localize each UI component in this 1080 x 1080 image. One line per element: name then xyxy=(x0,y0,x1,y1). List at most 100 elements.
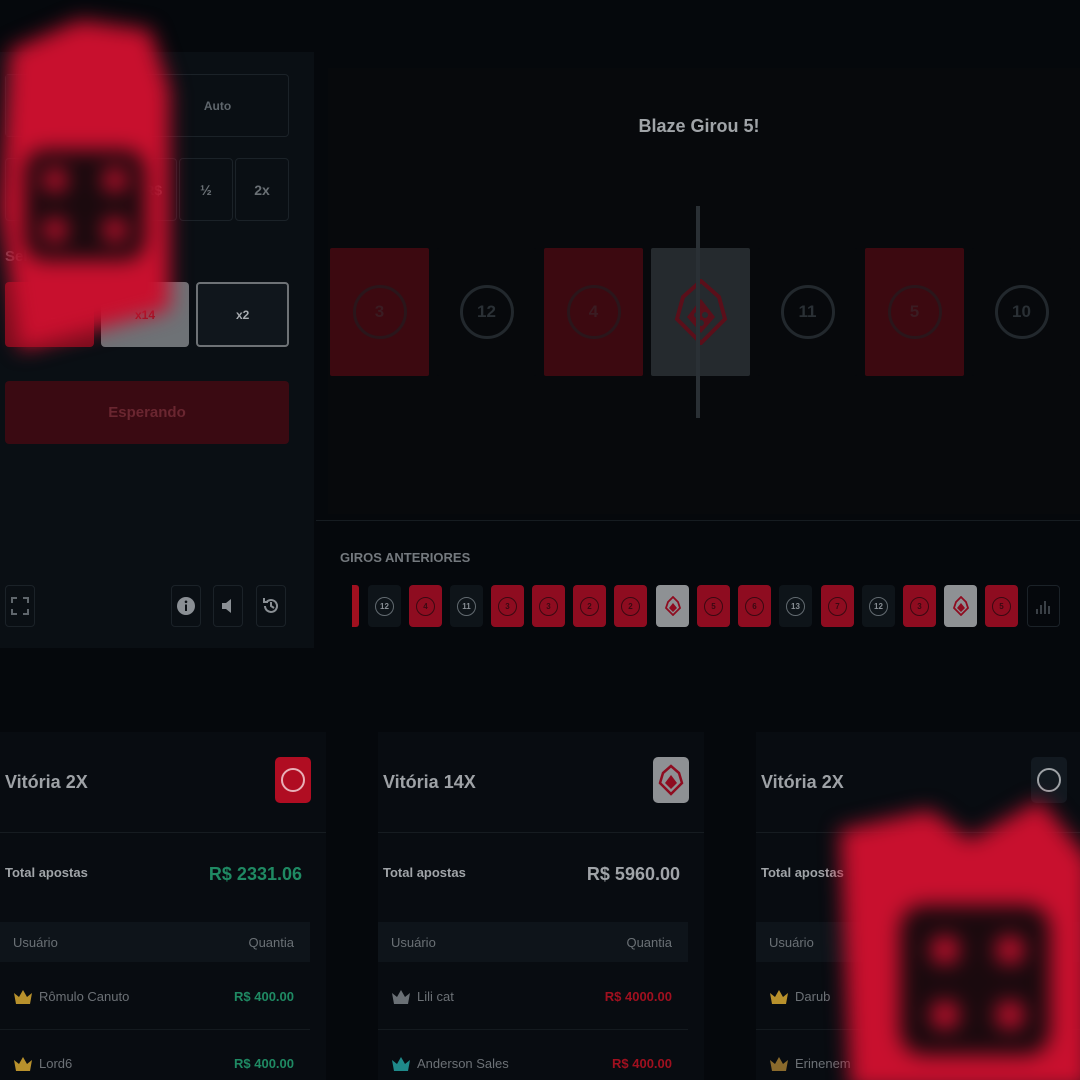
reel-tile: 12 xyxy=(437,248,536,376)
history-item: 5 xyxy=(985,585,1018,627)
mode-toggle: Normal Auto xyxy=(5,74,289,137)
history-item: 2 xyxy=(573,585,606,627)
column-amount: Quantia xyxy=(626,934,672,950)
roulette-area: Blaze Girou 5! 3 12 4 11 5 10 xyxy=(328,68,1080,514)
bet-control-panel: Normal Auto Quantia R$ ½ 2x Selecionar C… xyxy=(0,52,314,648)
color-options: x2 x14 x2 xyxy=(5,282,290,347)
user-name: Erinenem xyxy=(795,1056,851,1071)
table-header: Usuário Quantia xyxy=(378,922,688,962)
total-bets-value: R$ 2331.06 xyxy=(208,864,302,884)
history-number: 6 xyxy=(745,596,764,616)
history-item: 4 xyxy=(409,585,442,627)
crown-icon xyxy=(770,1056,788,1071)
crown-icon xyxy=(14,1056,32,1071)
bet-card: Vitória 2X Total apostas R$ 7429.47 Usuário… xyxy=(756,732,1080,1080)
circle-icon xyxy=(281,768,305,792)
tab-normal[interactable]: Normal xyxy=(6,75,147,136)
bar-chart-icon xyxy=(1035,601,1050,614)
total-bets-label: Total apostas xyxy=(383,865,466,880)
volume-button[interactable] xyxy=(213,585,243,627)
table-header: Usuário Quantia xyxy=(0,922,310,962)
total-bets-value: R$ 7429.47 xyxy=(966,864,1060,884)
history-item: 6 xyxy=(738,585,771,627)
color-option-black[interactable]: x2 xyxy=(196,282,290,347)
user-name: Lord6 xyxy=(39,1056,73,1071)
user-name: Anderson Sales xyxy=(417,1056,509,1071)
history-item: 7 xyxy=(821,585,854,627)
half-button[interactable]: ½ xyxy=(179,158,233,221)
history-number: 5 xyxy=(992,596,1011,616)
history-title: GIROS ANTERIORES xyxy=(340,550,471,565)
color-badge xyxy=(653,757,689,803)
crown-icon xyxy=(392,989,410,1004)
total-bets-value: R$ 5960.00 xyxy=(586,864,680,884)
card-title: Vitória 14X xyxy=(383,772,476,792)
history-item xyxy=(656,585,689,627)
start-game-button[interactable]: Esperando xyxy=(5,381,289,444)
table-row: Anderson Sales R$ 400.00 xyxy=(378,1031,688,1080)
blaze-icon xyxy=(674,279,727,345)
column-amount: Quantia xyxy=(1018,934,1064,950)
history-item: 13 xyxy=(779,585,812,627)
history-item: 3 xyxy=(491,585,524,627)
card-header: Vitória 2X xyxy=(756,732,1080,833)
history-number: 3 xyxy=(498,596,517,616)
color-badge xyxy=(1031,757,1067,803)
table-row: Rômulo Canuto R$ 400.00 xyxy=(0,964,310,1030)
color-option-white[interactable]: x14 xyxy=(100,282,190,347)
history-number: 4 xyxy=(416,596,435,616)
blaze-icon xyxy=(664,596,681,616)
info-button[interactable] xyxy=(171,585,201,627)
column-user: Usuário xyxy=(13,934,58,950)
history-number: 3 xyxy=(910,596,929,616)
total-bets-label: Total apostas xyxy=(5,865,88,880)
history-item: 2 xyxy=(614,585,647,627)
history-number: 2 xyxy=(580,596,599,616)
user-name: Darub xyxy=(795,989,831,1004)
bet-amount: R$ 4000.00 xyxy=(996,989,1064,1004)
table-row: Erinenem R$ 1000.00 xyxy=(756,1031,1080,1080)
table-row: Darub R$ 4000.00 xyxy=(756,964,1080,1030)
bet-amount: R$ 400.00 xyxy=(234,1056,294,1071)
history-number: 11 xyxy=(457,596,476,616)
history-number: 12 xyxy=(869,596,888,616)
card-header: Vitória 14X xyxy=(378,732,704,833)
card-title: Vitória 2X xyxy=(761,772,844,792)
reel-number: 10 xyxy=(994,285,1049,339)
roulette-marker xyxy=(696,206,700,418)
color-option-red[interactable]: x2 xyxy=(5,282,94,347)
fullscreen-button[interactable] xyxy=(5,585,35,627)
crown-icon xyxy=(14,989,32,1004)
reel-tile-white xyxy=(651,248,750,376)
history-number: 2 xyxy=(621,596,640,616)
history-number: 7 xyxy=(828,596,847,616)
history-number: 12 xyxy=(375,596,394,616)
info-icon xyxy=(177,597,195,615)
reel-number: 4 xyxy=(566,285,621,339)
history-item-partial xyxy=(352,585,359,627)
reel-tile: 5 xyxy=(865,248,964,376)
card-title: Vitória 2X xyxy=(5,772,88,792)
history-item: 12 xyxy=(862,585,895,627)
tab-auto[interactable]: Auto xyxy=(147,75,288,136)
amount-input[interactable]: Quantia R$ xyxy=(5,158,177,221)
history-item: 12 xyxy=(368,585,401,627)
select-color-label: Selecionar Cor xyxy=(5,248,111,265)
column-user: Usuário xyxy=(769,934,814,950)
bet-amount: R$ 4000.00 xyxy=(604,989,672,1004)
history-button[interactable] xyxy=(256,585,286,627)
reel-tile: 3 xyxy=(330,248,429,376)
reel-number: 12 xyxy=(459,285,514,339)
stats-button[interactable] xyxy=(1027,585,1060,627)
reel-tile: 4 xyxy=(544,248,643,376)
column-user: Usuário xyxy=(391,934,436,950)
history-number: 5 xyxy=(704,596,723,616)
divider xyxy=(316,520,1080,521)
currency-label: R$ xyxy=(144,181,162,198)
double-button[interactable]: 2x xyxy=(235,158,289,221)
roulette-reel: 3 12 4 11 5 10 xyxy=(328,248,1080,376)
crown-icon xyxy=(392,1056,410,1071)
history-item: 3 xyxy=(903,585,936,627)
card-header: Vitória 2X xyxy=(0,732,326,833)
history-number: 3 xyxy=(539,596,558,616)
